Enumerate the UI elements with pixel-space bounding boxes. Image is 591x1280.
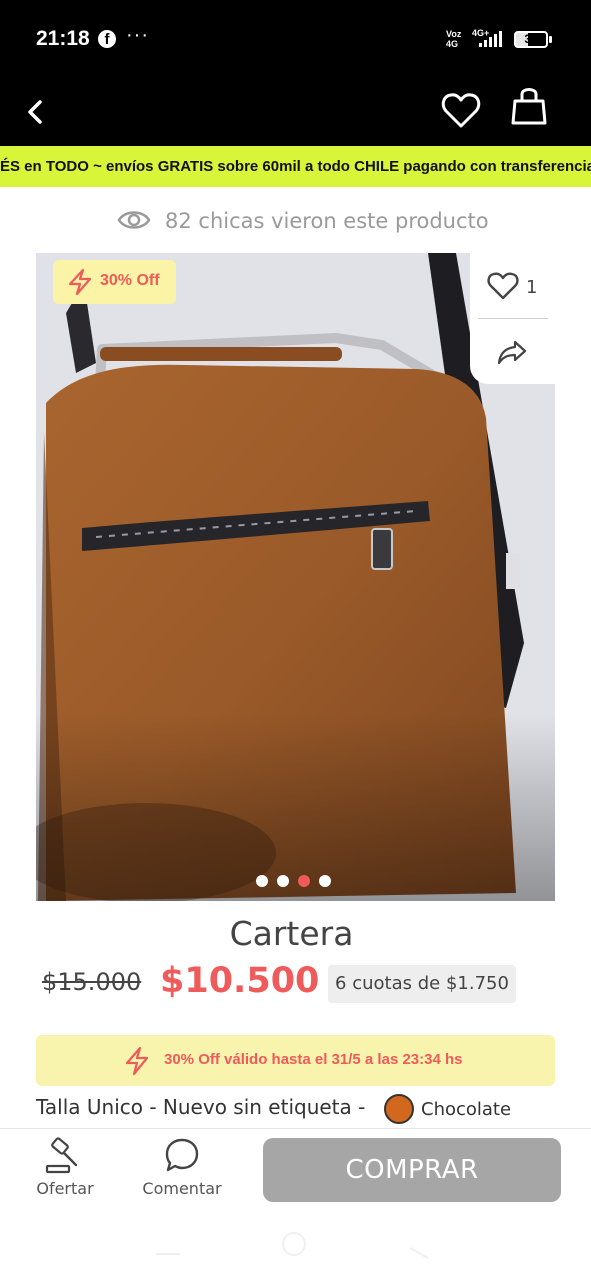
discount-badge-label: 30% Off	[100, 272, 160, 289]
system-nav-area	[0, 1210, 591, 1280]
heart-icon	[441, 93, 481, 128]
share-button[interactable]	[470, 320, 555, 382]
lightning-icon	[125, 1046, 149, 1076]
product-title: Cartera	[229, 914, 354, 953]
discount-badge: 30% Off	[53, 260, 176, 304]
promo-text: ÉS en TODO ~ envíos GRATIS sobre 60mil a…	[0, 158, 591, 175]
image-actions-panel: 1	[470, 253, 555, 384]
signal-icon	[479, 31, 502, 47]
favorite-button[interactable]	[440, 86, 482, 136]
views-count-text: 82 chicas vieron este producto	[165, 209, 489, 233]
cart-button[interactable]	[508, 82, 550, 136]
pager-dot[interactable]	[319, 875, 331, 887]
like-button[interactable]: 1	[470, 253, 555, 317]
comment-bubble-icon	[165, 1138, 199, 1172]
buy-button[interactable]: COMPRAR	[263, 1138, 561, 1202]
share-arrow-icon	[497, 340, 527, 365]
lightning-icon	[68, 268, 92, 296]
make-offer-button[interactable]: Ofertar	[30, 1137, 100, 1201]
battery-percent: 39	[524, 32, 538, 46]
promo-banner[interactable]: ÉS en TODO ~ envíos GRATIS sobre 60mil a…	[0, 146, 591, 187]
status-time: 21:18	[36, 27, 90, 50]
pager-dot[interactable]	[256, 875, 268, 887]
back-button[interactable]	[18, 88, 58, 136]
app-header	[0, 78, 591, 146]
product-details-row: Talla Unico - Nuevo sin etiqueta - Choco…	[36, 1094, 576, 1126]
comment-label: Comentar	[142, 1179, 222, 1198]
comment-button[interactable]: Comentar	[140, 1137, 224, 1201]
status-bar: 21:18 f ··· Voz 4G 4G+ 39	[0, 0, 591, 78]
installments-badge[interactable]: 6 cuotas de $1.750	[328, 965, 516, 1003]
color-swatch	[384, 1094, 414, 1124]
color-name: Chocolate	[421, 1099, 512, 1120]
sale-price: $10.500	[160, 961, 320, 1001]
bottom-action-bar: Ofertar Comentar COMPRAR	[0, 1128, 591, 1210]
gavel-icon	[45, 1137, 78, 1174]
heart-outline-icon	[487, 272, 519, 300]
battery-nub	[549, 36, 552, 43]
battery-icon: 39	[514, 31, 548, 48]
facebook-icon: f	[98, 30, 116, 48]
shopping-bag-icon	[511, 88, 547, 125]
network-label: Voz 4G	[446, 29, 462, 49]
views-row: 82 chicas vieron este producto	[0, 202, 591, 242]
offer-validity-text: 30% Off válido hasta el 31/5 a las 23:34…	[164, 1051, 463, 1068]
pager-dot[interactable]	[298, 875, 310, 887]
eye-icon	[117, 211, 151, 229]
offer-validity-bar: 30% Off válido hasta el 31/5 a las 23:34…	[36, 1035, 555, 1086]
more-dots-icon: ···	[126, 24, 149, 46]
back-arrow-icon	[28, 100, 42, 124]
pager-dot[interactable]	[277, 875, 289, 887]
system-nav-hints	[156, 1232, 429, 1259]
make-offer-label: Ofertar	[36, 1179, 94, 1198]
like-count: 1	[526, 277, 538, 298]
old-price: $15.000	[42, 968, 142, 996]
actions-divider	[478, 318, 548, 319]
product-details-text: Talla Unico - Nuevo sin etiqueta -	[36, 1095, 366, 1119]
